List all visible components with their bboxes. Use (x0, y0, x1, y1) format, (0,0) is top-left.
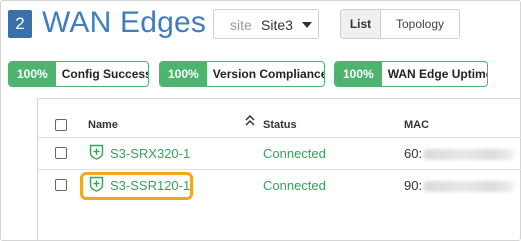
config-success-metric[interactable]: 100% Config Success (8, 61, 149, 87)
redacted-mac-blur (423, 149, 515, 160)
mac-address: 90: (404, 178, 423, 193)
metric-label: Version Compliance (212, 67, 325, 81)
redacted-mac-blur (423, 181, 515, 192)
select-all-checkbox[interactable] (55, 119, 67, 131)
site-selector-label: site (230, 17, 252, 33)
column-header-mac[interactable]: MAC (404, 119, 429, 131)
edge-count-badge: 2 (8, 10, 32, 38)
page-title: WAN Edges (42, 6, 207, 39)
row-checkbox[interactable] (55, 179, 67, 191)
version-compliance-metric[interactable]: 100% Version Compliance (159, 61, 325, 87)
sort-icon[interactable] (245, 115, 255, 127)
status-text: Connected (263, 178, 326, 193)
device-name-link[interactable]: S3-SRX320-1 (110, 146, 190, 161)
caret-down-icon (302, 22, 312, 28)
metric-label: WAN Edge Uptime (387, 67, 488, 81)
topology-view-button[interactable]: Topology (381, 10, 459, 38)
metric-percent: 100% (335, 62, 382, 86)
site-selector[interactable]: site Site3 (213, 9, 319, 39)
status-text: Connected (263, 146, 326, 161)
column-header-name[interactable]: Name (88, 119, 118, 131)
mac-address: 60: (404, 146, 423, 161)
metric-percent: 100% (9, 62, 56, 86)
row-divider (38, 169, 521, 170)
column-header-status[interactable]: Status (263, 119, 297, 131)
metric-label: Config Success (61, 67, 149, 81)
row-checkbox[interactable] (55, 147, 67, 159)
metric-percent: 100% (160, 62, 207, 86)
header-divider (38, 137, 521, 138)
view-toggle: List Topology (340, 9, 460, 39)
wan-edge-uptime-metric[interactable]: 100% WAN Edge Uptime (334, 61, 488, 87)
site-selector-value: Site3 (261, 17, 293, 33)
list-view-button[interactable]: List (341, 10, 381, 38)
highlight-box (80, 172, 193, 200)
wan-edge-device-icon (89, 144, 104, 160)
